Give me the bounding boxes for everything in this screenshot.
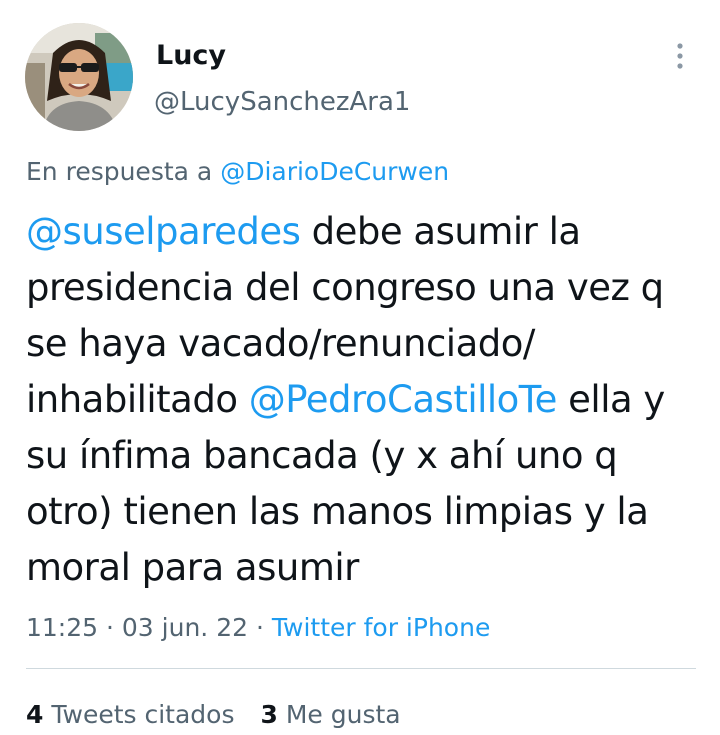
author-name[interactable]: Lucy [156,39,226,73]
more-options-button[interactable] [664,38,696,74]
author-handle[interactable]: @LucySanchezAra1 [154,85,410,119]
tweet-meta: 11:25 · 03 jun. 22 · Twitter for iPhone [26,611,490,645]
mention-link[interactable]: @suselparedes [26,210,301,253]
more-vertical-icon [677,43,683,69]
likes-count: 3 [260,700,278,729]
tweet-text: @suselparedes debe asumir la presidencia… [26,204,706,596]
quote-tweets-stat[interactable]: 4 Tweets citados [26,700,234,729]
likes-stat[interactable]: 3 Me gusta [260,700,400,729]
reply-context: En respuesta a @DiarioDeCurwen [26,155,449,189]
quote-count: 4 [26,700,44,729]
mention-link[interactable]: @PedroCastilloTe [249,378,558,421]
divider [26,668,696,669]
likes-label: Me gusta [285,700,401,729]
avatar[interactable] [25,23,133,131]
profile-photo-image [25,23,133,131]
reply-target-link[interactable]: @DiarioDeCurwen [220,157,449,186]
tweet-source-link[interactable]: Twitter for iPhone [272,613,490,642]
meta-separator: · [255,613,264,642]
quote-label: Tweets citados [51,700,235,729]
meta-separator: · [106,613,114,642]
reply-prefix: En respuesta a [26,157,213,186]
tweet-stats: 4 Tweets citados 3 Me gusta [26,698,401,732]
tweet-date[interactable]: 03 jun. 22 [122,613,248,642]
tweet-time[interactable]: 11:25 [26,613,98,642]
